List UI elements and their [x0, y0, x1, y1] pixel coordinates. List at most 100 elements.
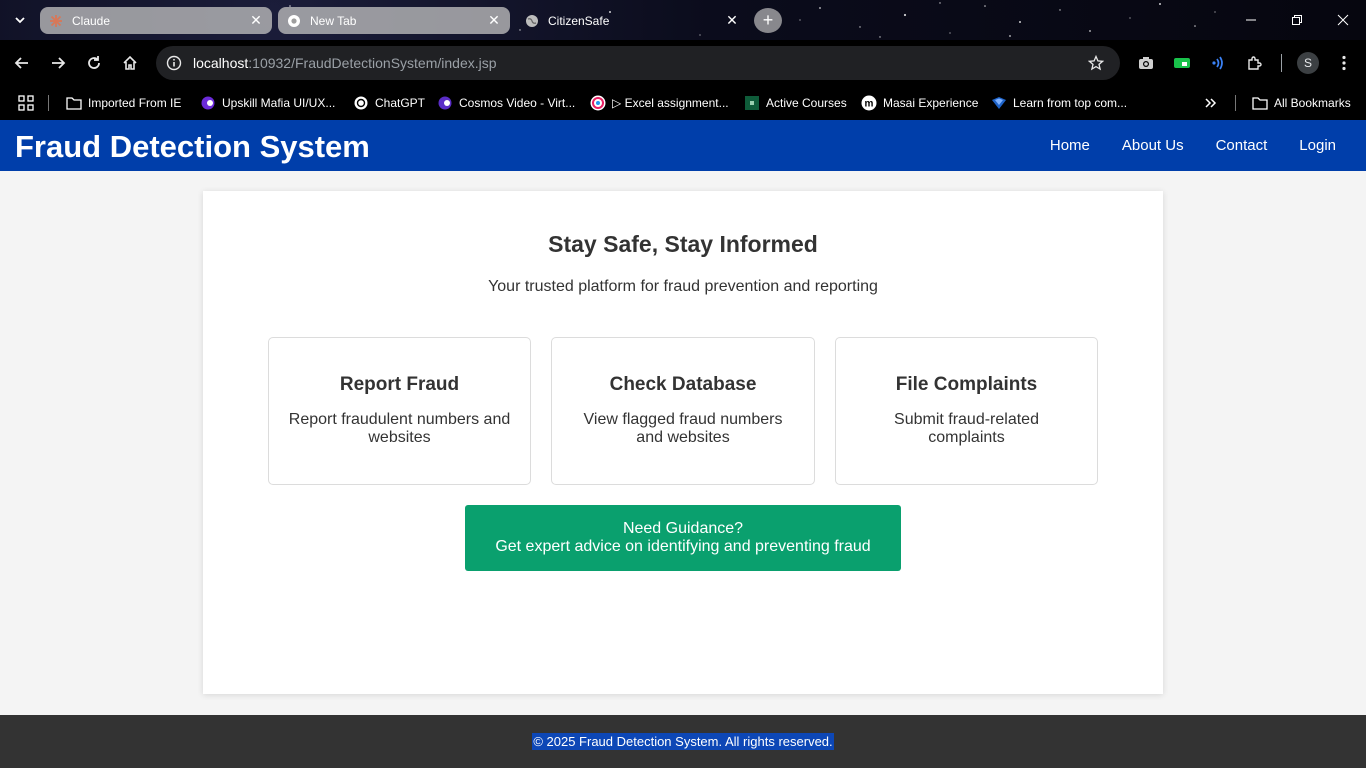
- guidance-description: Get expert advice on identifying and pre…: [495, 538, 871, 555]
- close-icon: [1337, 14, 1349, 26]
- minimize-button[interactable]: [1228, 0, 1274, 40]
- double-chevron-right-icon: [1205, 98, 1217, 108]
- upskill-icon: [200, 95, 216, 111]
- profile-avatar[interactable]: S: [1297, 52, 1319, 74]
- feature-card-check-database[interactable]: Check Database View flagged fraud number…: [551, 337, 815, 485]
- bookmarks-overflow-button[interactable]: [1204, 92, 1218, 114]
- footer-copyright: © 2025 Fraud Detection System. All right…: [532, 733, 834, 750]
- close-window-button[interactable]: [1320, 0, 1366, 40]
- minimize-icon: [1246, 19, 1256, 21]
- bookmark-chatgpt[interactable]: ChatGPT: [353, 92, 425, 114]
- globe-icon: [524, 13, 540, 29]
- tab-title: CitizenSafe: [548, 13, 610, 28]
- back-arrow-icon: [14, 57, 28, 69]
- restore-button[interactable]: [1274, 0, 1320, 40]
- feature-title: Report Fraud: [339, 374, 460, 395]
- feature-title: File Complaints: [895, 374, 1038, 395]
- signal-extension-icon[interactable]: [1207, 52, 1229, 74]
- bookmarks-divider: [48, 95, 49, 111]
- window-controls: [1228, 0, 1366, 40]
- bookmark-label: ChatGPT: [375, 96, 426, 110]
- folder-icon: [1252, 95, 1268, 111]
- excel-icon: [590, 95, 606, 111]
- bookmark-learn-from-top[interactable]: Learn from top com...: [991, 92, 1127, 114]
- bookmark-masai-experience[interactable]: m Masai Experience: [861, 92, 978, 114]
- bookmark-label: Imported From IE: [88, 96, 182, 110]
- site-footer: © 2025 Fraud Detection System. All right…: [0, 715, 1366, 768]
- guidance-button[interactable]: Need Guidance? Get expert advice on iden…: [465, 505, 901, 571]
- tab-claude[interactable]: Claude ✕: [40, 7, 272, 34]
- address-bar[interactable]: localhost:10932/FraudDetectionSystem/ind…: [156, 46, 1120, 80]
- chrome-icon: [286, 13, 302, 29]
- tab-new-tab[interactable]: New Tab ✕: [278, 7, 510, 34]
- extensions-puzzle-icon[interactable]: [1243, 52, 1265, 74]
- bookmark-active-courses[interactable]: Active Courses: [744, 92, 847, 114]
- main-content-card: Stay Safe, Stay Informed Your trusted pl…: [203, 191, 1163, 694]
- masai-icon: m: [861, 95, 877, 111]
- camera-extension-icon[interactable]: [1135, 52, 1157, 74]
- bookmark-excel-assignment[interactable]: ▷ Excel assignment...: [590, 92, 729, 114]
- url-host: localhost: [193, 55, 249, 71]
- close-icon[interactable]: ✕: [724, 12, 740, 29]
- guidance-heading: Need Guidance?: [622, 520, 744, 537]
- bookmark-label: Masai Experience: [883, 96, 979, 110]
- nav-login[interactable]: Login: [1299, 137, 1336, 154]
- feature-description: View flagged fraud numbers and websites: [583, 411, 783, 446]
- bookmark-label: ▷ Excel assignment...: [612, 96, 729, 110]
- bookmark-label: Active Courses: [766, 96, 847, 110]
- bookmark-star-icon[interactable]: [1082, 49, 1110, 77]
- chevron-down-icon: [15, 17, 25, 24]
- hero-subtitle: Your trusted platform for fraud preventi…: [488, 278, 878, 295]
- bookmarks-divider: [1235, 95, 1236, 111]
- site-info-icon[interactable]: [164, 53, 184, 73]
- folder-icon: [66, 95, 82, 111]
- green-extension-icon[interactable]: [1171, 52, 1193, 74]
- home-icon: [123, 55, 137, 70]
- feature-description: Report fraudulent numbers and websites: [288, 411, 511, 446]
- bookmark-cosmos-video[interactable]: Cosmos Video - Virt...: [437, 92, 575, 114]
- url-text: localhost:10932/FraudDetectionSystem/ind…: [193, 55, 1082, 71]
- forward-arrow-icon: [52, 57, 66, 69]
- tab-title: Claude: [72, 13, 111, 28]
- tab-search-button[interactable]: [6, 6, 34, 34]
- browser-menu-icon[interactable]: [1333, 52, 1355, 74]
- nav-home[interactable]: Home: [1050, 137, 1090, 154]
- nav-contact[interactable]: Contact: [1216, 137, 1268, 154]
- tab-citizensafe[interactable]: CitizenSafe ✕: [516, 7, 748, 34]
- feature-title: Check Database: [609, 374, 757, 395]
- learn-icon: [991, 95, 1007, 111]
- site-title: Fraud Detection System: [15, 129, 370, 164]
- restore-icon: [1292, 15, 1302, 25]
- bookmarks-bar: Imported From IE Upskill Mafia UI/UX... …: [0, 86, 1366, 120]
- toolbar-divider: [1281, 54, 1282, 72]
- forward-button[interactable]: [44, 49, 72, 77]
- nav-about-us[interactable]: About Us: [1122, 137, 1184, 154]
- hero-title: Stay Safe, Stay Informed: [548, 231, 818, 257]
- apps-grid-button[interactable]: [18, 92, 34, 114]
- claude-icon: [48, 13, 64, 29]
- reload-icon: [88, 56, 100, 69]
- feature-card-file-complaints[interactable]: File Complaints Submit fraud-related com…: [835, 337, 1098, 485]
- close-icon[interactable]: ✕: [248, 12, 264, 29]
- apps-grid-icon: [18, 95, 34, 111]
- feature-card-report-fraud[interactable]: Report Fraud Report fraudulent numbers a…: [268, 337, 531, 485]
- browser-tab-strip: Claude ✕ New Tab ✕ CitizenSafe ✕ +: [0, 0, 1366, 40]
- chatgpt-icon: [353, 95, 369, 111]
- new-tab-button[interactable]: +: [754, 8, 782, 33]
- courses-icon: [744, 95, 760, 111]
- all-bookmarks-button[interactable]: All Bookmarks: [1252, 92, 1351, 114]
- back-button[interactable]: [8, 49, 36, 77]
- bookmark-label: Learn from top com...: [1013, 96, 1128, 110]
- site-nav: Home About Us Contact Login: [1018, 120, 1336, 171]
- bookmark-upskill-mafia[interactable]: Upskill Mafia UI/UX...: [200, 92, 335, 114]
- site-header: Fraud Detection System Home About Us Con…: [0, 120, 1366, 171]
- all-bookmarks-label: All Bookmarks: [1274, 96, 1351, 110]
- bookmark-imported-from-ie[interactable]: Imported From IE: [66, 92, 181, 114]
- tab-title: New Tab: [310, 13, 357, 28]
- url-path: :10932/FraudDetectionSystem/index.jsp: [248, 55, 497, 71]
- home-button[interactable]: [116, 49, 144, 77]
- reload-button[interactable]: [80, 49, 108, 77]
- bookmark-label: Cosmos Video - Virt...: [459, 96, 576, 110]
- svg-text:m: m: [865, 99, 874, 110]
- close-icon[interactable]: ✕: [486, 12, 502, 29]
